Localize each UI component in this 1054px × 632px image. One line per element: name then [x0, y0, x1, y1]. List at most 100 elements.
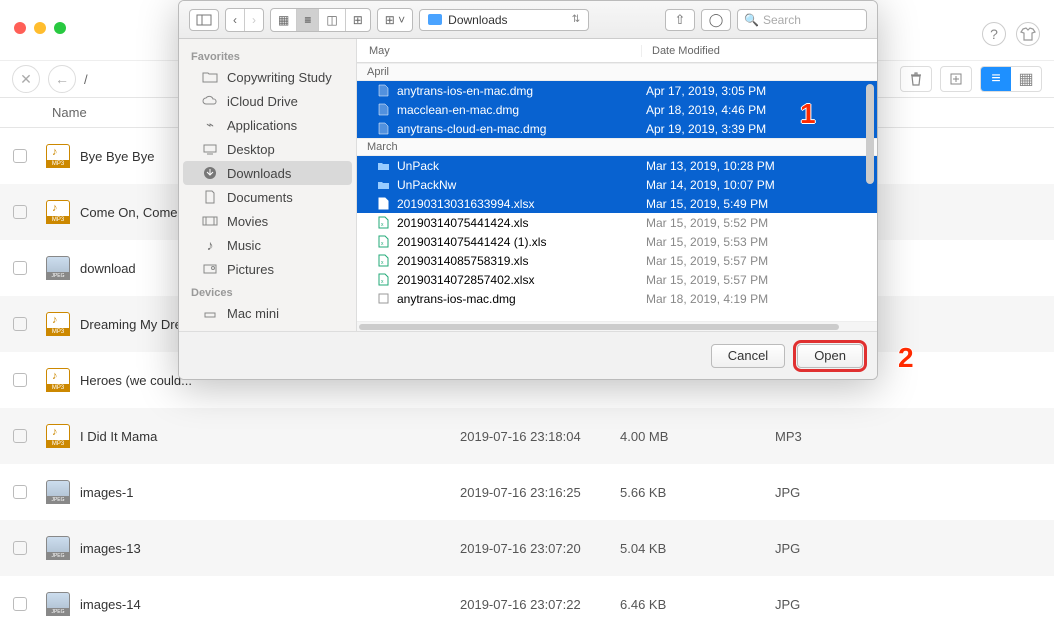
- checkbox[interactable]: [0, 597, 40, 611]
- sidebar-item-label: Desktop: [227, 142, 275, 157]
- file-time: 2019-07-16 23:07:20: [460, 541, 620, 556]
- file-row[interactable]: anytrans-cloud-en-mac.dmgApr 19, 2019, 3…: [357, 119, 877, 138]
- file-date: Mar 15, 2019, 5:57 PM: [644, 273, 877, 287]
- file-row[interactable]: macclean-en-mac.dmgApr 18, 2019, 4:46 PM: [357, 100, 877, 119]
- sidebar-item-label: Applications: [227, 118, 297, 133]
- list-view-icon[interactable]: ≡: [981, 67, 1011, 91]
- trash-button[interactable]: [900, 66, 932, 92]
- add-button[interactable]: [940, 66, 972, 92]
- list-item[interactable]: images-14 2019-07-16 23:07:22 6.46 KB JP…: [0, 576, 1054, 632]
- file-date: Mar 14, 2019, 10:07 PM: [644, 178, 877, 192]
- nav-back-icon[interactable]: ‹: [226, 9, 244, 31]
- folder-icon: [375, 161, 391, 171]
- sidebar-item-desktop[interactable]: Desktop: [183, 137, 352, 161]
- list-view-icon[interactable]: ≡: [296, 9, 318, 31]
- list-item[interactable]: I Did It Mama 2019-07-16 23:18:04 4.00 M…: [0, 408, 1054, 464]
- open-button[interactable]: Open: [797, 344, 863, 368]
- sidebar-item-copywriting-study[interactable]: Copywriting Study: [183, 65, 352, 89]
- checkbox[interactable]: [0, 261, 40, 275]
- sidebar-item-applications[interactable]: ⌁Applications: [183, 113, 352, 137]
- file-name: UnPackNw: [397, 178, 644, 192]
- sidebar-item-documents[interactable]: Documents: [183, 185, 352, 209]
- file-row[interactable]: anytrans-ios-mac.dmgMar 18, 2019, 4:19 P…: [357, 289, 877, 308]
- sidebar-toggle-icon[interactable]: [189, 9, 219, 31]
- file-type: JPG: [775, 541, 1054, 556]
- search-icon: 🔍: [744, 13, 759, 27]
- file-date: Apr 19, 2019, 3:39 PM: [644, 122, 877, 136]
- file-date: Apr 18, 2019, 4:46 PM: [644, 103, 877, 117]
- search-input[interactable]: 🔍 Search: [737, 9, 867, 31]
- tags-button[interactable]: ◯: [701, 9, 731, 31]
- bg-view-toggle[interactable]: ≡ ▦: [980, 66, 1042, 92]
- sidebar-item-label: Music: [227, 238, 261, 253]
- checkbox[interactable]: [0, 541, 40, 555]
- vertical-scrollbar[interactable]: [866, 84, 874, 184]
- file-icon: [40, 200, 76, 224]
- location-label: Downloads: [448, 13, 507, 27]
- file-name: images-14: [76, 597, 460, 612]
- sidebar-item-pictures[interactable]: Pictures: [183, 257, 352, 281]
- list-item[interactable]: images-13 2019-07-16 23:07:20 5.04 KB JP…: [0, 520, 1054, 576]
- doc-icon: [375, 103, 391, 116]
- file-icon: [40, 368, 76, 392]
- sidebar-section-header: Devices: [179, 281, 356, 301]
- close-icon[interactable]: [14, 22, 26, 34]
- file-icon: [40, 536, 76, 560]
- file-row[interactable]: UnPackMar 13, 2019, 10:28 PM: [357, 156, 877, 175]
- file-row[interactable]: UnPackNwMar 14, 2019, 10:07 PM: [357, 175, 877, 194]
- sidebar-item-downloads[interactable]: Downloads: [183, 161, 352, 185]
- file-icon: [40, 312, 76, 336]
- file-row[interactable]: anytrans-ios-en-mac.dmgApr 17, 2019, 3:0…: [357, 81, 877, 100]
- checkbox[interactable]: [0, 149, 40, 163]
- checkbox[interactable]: [0, 373, 40, 387]
- icon-view-icon[interactable]: ▦: [271, 9, 296, 31]
- zoom-icon[interactable]: [54, 22, 66, 34]
- checkbox[interactable]: [0, 429, 40, 443]
- cancel-x-button[interactable]: ✕: [12, 65, 40, 93]
- download-icon: [201, 166, 219, 180]
- gallery-view-icon[interactable]: ⊞: [345, 9, 370, 31]
- sidebar-item-label: Mac mini: [227, 306, 279, 321]
- doc-icon: [375, 84, 391, 97]
- file-row[interactable]: x20190314075441424 (1).xlsMar 15, 2019, …: [357, 232, 877, 251]
- doc-icon: [201, 190, 219, 204]
- checkbox[interactable]: [0, 317, 40, 331]
- sidebar-item-mac-mini[interactable]: Mac mini: [183, 301, 352, 325]
- sidebar-item-label: Copywriting Study: [227, 70, 332, 85]
- horizontal-scrollbar[interactable]: [357, 321, 877, 331]
- file-name: 20190314075441424.xls: [397, 216, 644, 230]
- file-icon: [40, 424, 76, 448]
- file-name: macclean-en-mac.dmg: [397, 103, 644, 117]
- sidebar-item-music[interactable]: ♪Music: [183, 233, 352, 257]
- file-row[interactable]: x20190314072857402.xlsxMar 15, 2019, 5:5…: [357, 270, 877, 289]
- picture-icon: [201, 263, 219, 275]
- file-row[interactable]: x20190314085758319.xlsMar 15, 2019, 5:57…: [357, 251, 877, 270]
- file-name: 20190314075441424 (1).xls: [397, 235, 644, 249]
- checkbox[interactable]: [0, 205, 40, 219]
- cancel-button[interactable]: Cancel: [711, 344, 785, 368]
- sidebar-item-movies[interactable]: Movies: [183, 209, 352, 233]
- list-item[interactable]: images-1 2019-07-16 23:16:25 5.66 KB JPG: [0, 464, 1054, 520]
- group-icon[interactable]: ⊞ ˅: [378, 9, 412, 31]
- sidebar[interactable]: FavoritesCopywriting StudyiCloud Drive⌁A…: [179, 39, 357, 331]
- column-view-icon[interactable]: ◫: [318, 9, 344, 31]
- file-row[interactable]: x20190314075441424.xlsMar 15, 2019, 5:52…: [357, 213, 877, 232]
- share-button[interactable]: ⇧: [665, 9, 695, 31]
- sidebar-item-icloud-drive[interactable]: iCloud Drive: [183, 89, 352, 113]
- minimize-icon[interactable]: [34, 22, 46, 34]
- file-time: 2019-07-16 23:16:25: [460, 485, 620, 500]
- col-date-header[interactable]: Date Modified: [642, 45, 877, 57]
- file-type: MP3: [775, 429, 1054, 444]
- back-button[interactable]: ←: [48, 65, 76, 93]
- grid-view-icon[interactable]: ▦: [1011, 67, 1041, 91]
- path-label: /: [84, 72, 88, 87]
- shirt-icon[interactable]: [1016, 22, 1040, 46]
- checkbox[interactable]: [0, 485, 40, 499]
- file-list[interactable]: Aprilanytrans-ios-en-mac.dmgApr 17, 2019…: [357, 63, 877, 321]
- file-row[interactable]: x20190313031633994.xlsxMar 15, 2019, 5:4…: [357, 194, 877, 213]
- help-icon[interactable]: ?: [982, 22, 1006, 46]
- location-dropdown[interactable]: Downloads ⇅: [419, 9, 589, 31]
- col-name-header[interactable]: May: [357, 45, 642, 57]
- movie-icon: [201, 215, 219, 227]
- group-segment[interactable]: ⊞ ˅: [377, 8, 413, 32]
